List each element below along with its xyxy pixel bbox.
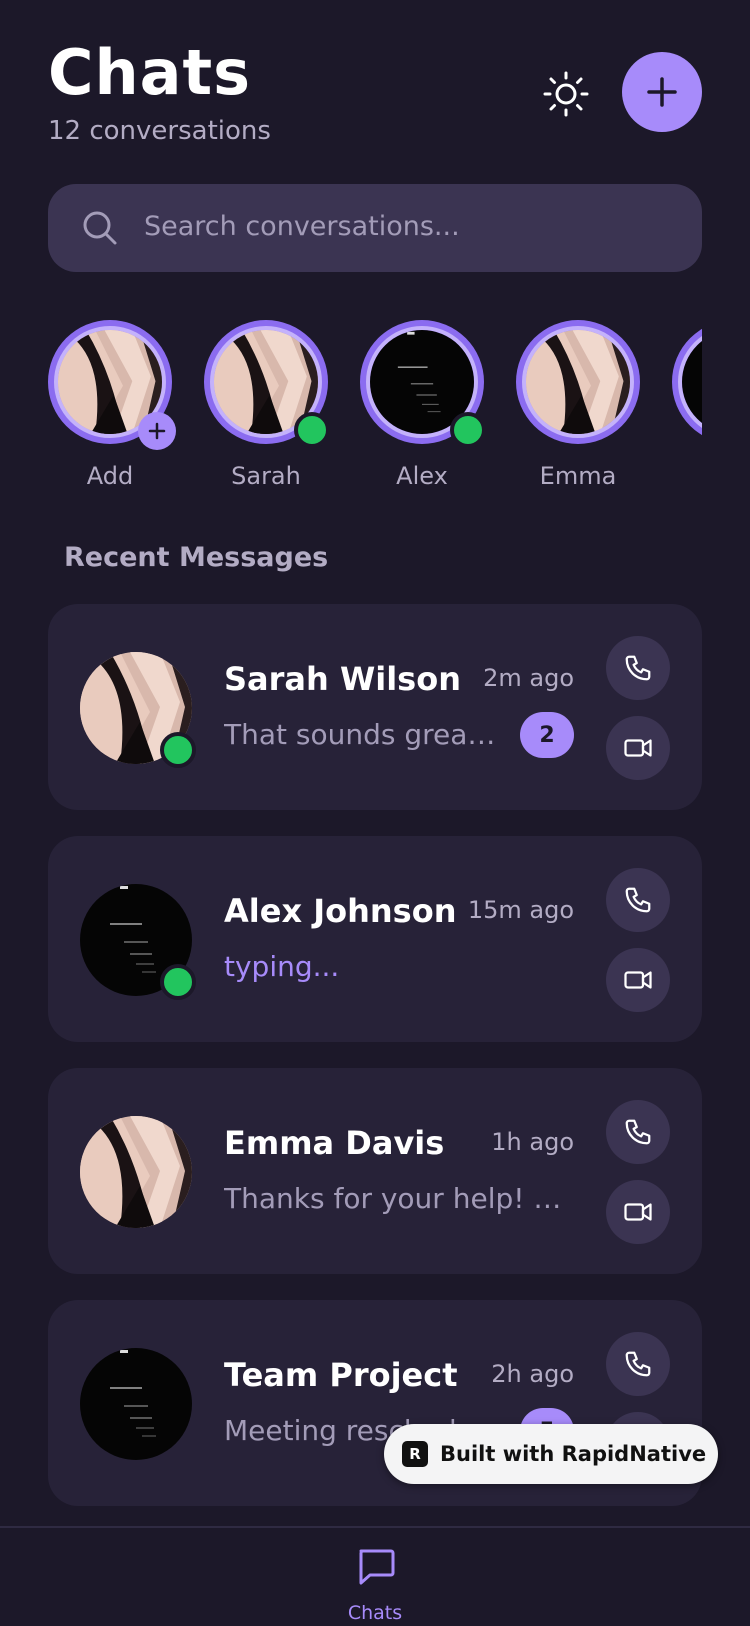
- typing-indicator: typing...: [224, 950, 340, 983]
- built-with-badge[interactable]: R Built with RapidNative: [384, 1424, 718, 1484]
- unread-badge: 2: [520, 712, 574, 758]
- phone-icon: [625, 887, 651, 913]
- phone-icon: [625, 1351, 651, 1377]
- video-icon: [624, 1203, 652, 1221]
- video-icon: [624, 739, 652, 757]
- chat-item-sarah-wilson[interactable]: Sarah Wilson 2m ago That sounds great! L…: [48, 604, 702, 810]
- chat-bubble-icon: [359, 1549, 395, 1585]
- story-sarah[interactable]: Sarah: [204, 320, 330, 490]
- rapidnative-logo-icon: R: [402, 1441, 428, 1467]
- stories-row[interactable]: Add Sarah Alex Emma: [48, 320, 702, 490]
- chat-name: Team Project: [224, 1356, 458, 1394]
- phone-icon: [625, 1119, 651, 1145]
- chat-time: 1h ago: [491, 1128, 574, 1156]
- online-indicator: [160, 964, 196, 1000]
- avatar: [80, 1116, 192, 1228]
- chat-preview: That sounds great! Let's meet tomorrow: [224, 718, 499, 751]
- sun-icon: [543, 71, 589, 117]
- new-chat-button[interactable]: [622, 52, 702, 132]
- search-icon: [83, 211, 117, 245]
- online-indicator: [160, 732, 196, 768]
- chat-name: Alex Johnson: [224, 892, 457, 930]
- story-partial[interactable]: [672, 320, 702, 490]
- story-ring: [672, 320, 702, 444]
- avatar: [80, 1348, 192, 1460]
- search-input[interactable]: Search conversations...: [144, 211, 460, 242]
- avatar: [526, 330, 630, 434]
- story-name: Alex: [396, 462, 448, 490]
- story-add[interactable]: Add: [48, 320, 176, 490]
- chat-time: 2m ago: [483, 664, 574, 692]
- conversation-count: 12 conversations: [48, 116, 271, 146]
- chat-name: Sarah Wilson: [224, 660, 461, 698]
- story-ring: [516, 320, 640, 444]
- built-with-label: Built with RapidNative: [440, 1442, 707, 1466]
- avatar: [682, 330, 702, 434]
- chat-name: Emma Davis: [224, 1124, 445, 1162]
- call-button[interactable]: [606, 868, 670, 932]
- call-button[interactable]: [606, 1332, 670, 1396]
- chat-time: 15m ago: [467, 896, 574, 924]
- video-call-button[interactable]: [606, 1180, 670, 1244]
- section-title: Recent Messages: [64, 542, 329, 573]
- story-name: Add: [86, 462, 134, 490]
- phone-icon: [625, 655, 651, 681]
- story-name: Sarah: [231, 462, 301, 490]
- online-indicator: [294, 412, 330, 448]
- add-story-button[interactable]: [138, 412, 176, 450]
- tab-bar: Chats: [0, 1526, 750, 1626]
- search-bar[interactable]: Search conversations...: [48, 184, 702, 272]
- plus-icon: [647, 77, 677, 107]
- header: Chats 12 conversations: [48, 30, 702, 150]
- chat-item-emma-davis[interactable]: Emma Davis 1h ago Thanks for your help! …: [48, 1068, 702, 1274]
- call-button[interactable]: [606, 636, 670, 700]
- plus-icon: [148, 422, 166, 440]
- chat-item-alex-johnson[interactable]: Alex Johnson 15m ago typing...: [48, 836, 702, 1042]
- video-icon: [624, 971, 652, 989]
- story-name: Emma: [539, 462, 617, 490]
- tab-label: Chats: [347, 1602, 403, 1624]
- chat-time: 2h ago: [491, 1360, 574, 1388]
- theme-toggle-button[interactable]: [542, 70, 590, 118]
- video-call-button[interactable]: [606, 716, 670, 780]
- call-button[interactable]: [606, 1100, 670, 1164]
- online-indicator: [450, 412, 486, 448]
- video-call-button[interactable]: [606, 948, 670, 1012]
- chat-preview: Thanks for your help! Really appreciate …: [224, 1182, 564, 1215]
- page-title: Chats: [48, 36, 252, 109]
- story-emma[interactable]: Emma: [516, 320, 640, 490]
- story-alex[interactable]: Alex: [360, 320, 486, 490]
- tab-chats[interactable]: Chats: [335, 1540, 415, 1626]
